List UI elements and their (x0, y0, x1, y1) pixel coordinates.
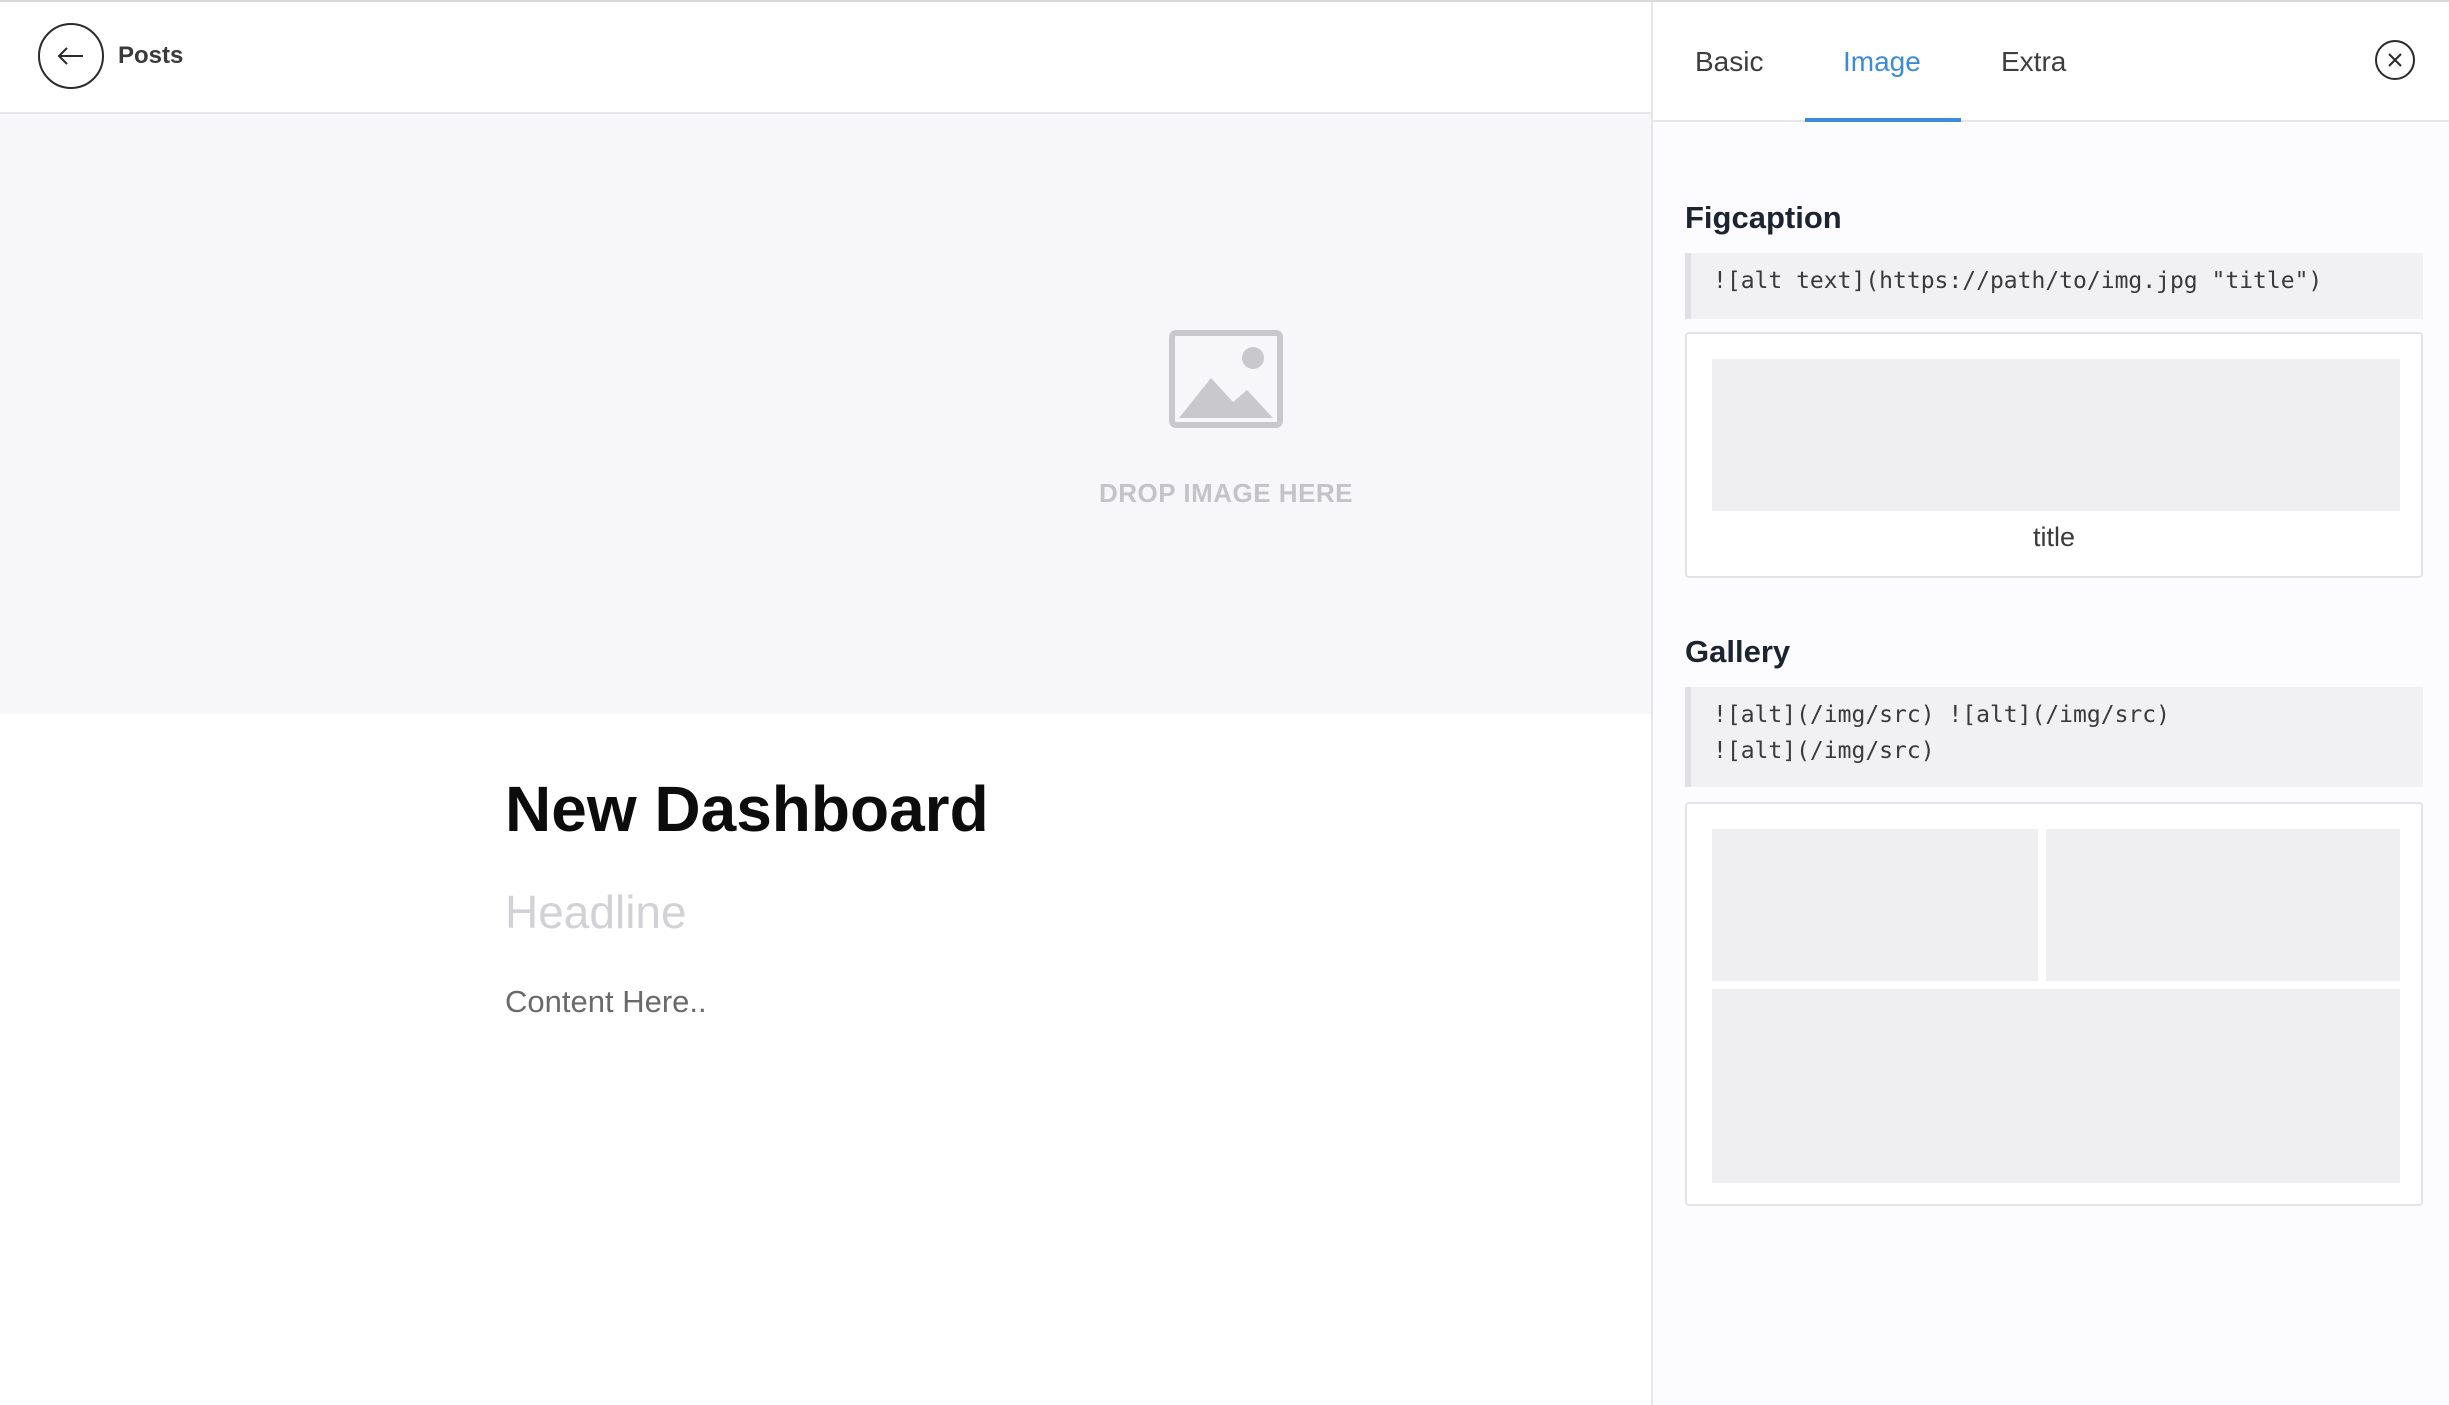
tab-extra[interactable]: Extra (2001, 46, 2066, 78)
close-panel-button[interactable] (2375, 40, 2415, 80)
tab-image[interactable]: Image (1843, 46, 1921, 78)
gallery-code: ![alt](/img/src) ![alt](/img/src) ![alt]… (1685, 687, 2423, 787)
close-icon (2388, 53, 2402, 67)
posts-link[interactable]: Posts (118, 42, 183, 70)
gallery-image-placeholder (1712, 989, 2400, 1183)
cover-image-dropzone[interactable]: DROP IMAGE HERE (0, 114, 1651, 714)
gallery-image-placeholder (1712, 829, 2038, 981)
gallery-code-line: ![alt](/img/src) ![alt](/img/src) (1713, 702, 2170, 728)
post-title[interactable]: New Dashboard (505, 772, 989, 846)
active-tab-indicator (1805, 118, 1961, 122)
drop-image-label: DROP IMAGE HERE (1098, 478, 1354, 508)
figure-caption: title (2032, 522, 2076, 552)
arrow-left-icon (57, 47, 83, 65)
tab-basic[interactable]: Basic (1695, 46, 1763, 78)
editor: Posts DROP IMAGE HERE New Dashboard Head… (0, 2, 1651, 1405)
app: Posts DROP IMAGE HERE New Dashboard Head… (0, 0, 2449, 1405)
figcaption-code: ![alt text](https://path/to/img.jpg "tit… (1685, 253, 2423, 319)
gallery-code-line: ![alt](/img/src) (1713, 738, 1935, 764)
post-content-editor[interactable]: Content Here.. (505, 984, 707, 1020)
image-placeholder-icon (1169, 330, 1283, 428)
figcaption-code-text: ![alt text](https://path/to/img.jpg "tit… (1713, 268, 2323, 294)
gallery-preview (1685, 802, 2423, 1206)
settings-panel: Basic Image Extra Figcaption ![alt text]… (1651, 2, 2449, 1405)
gallery-image-placeholder (2046, 829, 2400, 981)
figcaption-preview: title (1685, 332, 2423, 578)
gallery-heading: Gallery (1685, 634, 1791, 669)
post-headline-input[interactable]: Headline (505, 885, 687, 939)
editor-topbar: Posts (0, 2, 1651, 114)
panel-tabs: Basic Image Extra (1653, 2, 2449, 122)
figure-image-placeholder (1712, 359, 2400, 511)
figcaption-heading: Figcaption (1685, 200, 1842, 235)
back-button[interactable] (38, 23, 104, 89)
